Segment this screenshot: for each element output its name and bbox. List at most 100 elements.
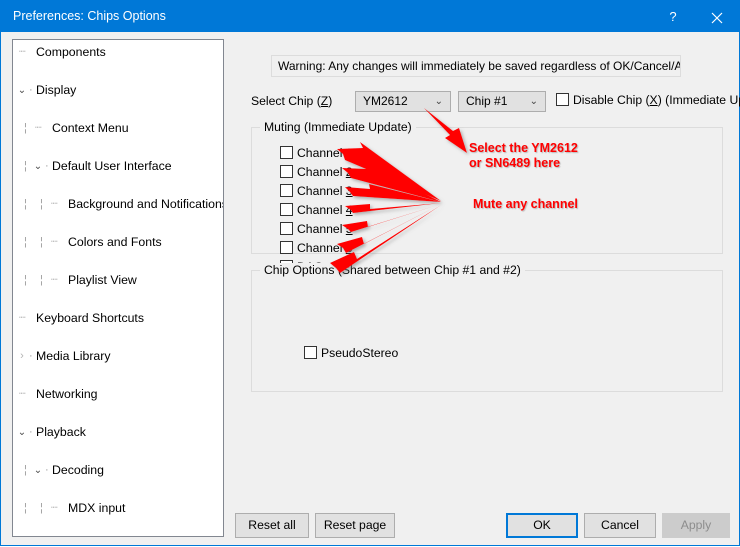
muting-label-pre: Channel [297,146,346,160]
chevron-down-icon[interactable]: ⌄ [31,157,45,176]
tree-guide-line: ¦ [24,122,27,134]
tree-item-label: MDX input [68,501,126,515]
help-button[interactable]: ? [651,1,695,32]
ok-button[interactable]: OK [506,513,578,538]
select-chip-label: Select Chip (Z) [251,94,333,108]
tree-item-playlist-view[interactable]: ¦ ¦ ┈ Playlist View [13,271,223,290]
checkbox-box [304,346,317,359]
tree-item-label: Default User Interface [52,159,172,173]
tree-item-label: Media Library [36,349,111,363]
tree-item-label: Playback [36,425,86,439]
chevron-down-icon[interactable]: ⌄ [31,461,45,480]
tree-item-label: Decoding [52,463,104,477]
tree-branch-icon: ┈ [19,388,26,400]
tree-branch-icon: · [45,160,49,172]
tree-item-media-library[interactable]: › · Media Library [13,347,223,366]
chip-options-group-title: Chip Options (Shared between Chip #1 and… [260,263,525,277]
chip-options-group: Chip Options (Shared between Chip #1 and… [251,263,723,392]
disable-chip-checkbox[interactable]: Disable Chip (X) (Immediate Update) [556,93,740,107]
tree-branch-icon: ┈ [51,274,58,286]
tree-guide-line: ¦ [24,160,27,172]
tree-guide-line: ¦ [40,236,43,248]
checkbox-box [280,203,293,216]
muting-label-accelerator: 1 [345,146,353,160]
chevron-down-icon: ⌄ [434,96,443,107]
muting-checkbox-channel-3[interactable]: Channel 3 [280,184,353,198]
checkbox-box [280,241,293,254]
tree-guide-line: ¦ [24,198,27,210]
cancel-button[interactable]: Cancel [584,513,656,538]
tree-item-components[interactable]: ┈ Components [13,43,223,62]
muting-label-accelerator: 6 [345,241,353,255]
tree-item-playback[interactable]: ⌄ · Playback [13,423,223,442]
chip-type-value: YM2612 [363,94,408,108]
pseudostereo-label: PseudoStereo [321,346,399,360]
tree-branch-icon: ┈ [35,122,42,134]
tree-item-keyboard-shortcuts[interactable]: ┈ Keyboard Shortcuts [13,309,223,328]
tree-guide-line: ¦ [40,274,43,286]
muting-checkbox-channel-4[interactable]: Channel 4 [280,203,353,217]
muting-checkbox-channel-1[interactable]: Channel 1 [280,146,353,160]
tree-guide-line: ¦ [24,236,27,248]
tree-item-label: Display [36,83,77,97]
tree-item-label: Components [36,45,106,59]
tree-item-display[interactable]: ⌄ · Display [13,81,223,100]
checkbox-box [280,222,293,235]
tree-branch-icon: ┈ [51,236,58,248]
tree-guide-line: ¦ [24,274,27,286]
muting-checkbox-channel-6[interactable]: Channel 6 [280,241,353,255]
tree-item-label: Playlist View [68,273,137,287]
tree-branch-icon: · [29,426,33,438]
chip-type-select[interactable]: YM2612 ⌄ [355,91,451,112]
tree-item-background-and-notifications[interactable]: ¦ ¦ ┈ Background and Notifications [13,195,223,214]
tree-item-label: Background and Notifications [68,197,224,211]
preferences-window: Preferences: Chips Options ? ┈ Components… [0,0,740,546]
muting-label-pre: Channel [297,222,346,236]
tree-branch-icon: ┈ [51,502,58,514]
warning-banner: Warning: Any changes will immediately be… [271,55,681,77]
tree-branch-icon: ┈ [51,198,58,210]
chip-number-value: Chip #1 [466,94,508,108]
chevron-down-icon[interactable]: ⌄ [15,81,29,100]
tree-item-label: Keyboard Shortcuts [36,311,145,325]
reset-all-button[interactable]: Reset all [235,513,309,538]
muting-label-accelerator: 2 [345,165,353,179]
muting-label-pre: Channel [297,241,346,255]
tree-item-decoding[interactable]: ¦ ⌄ · Decoding [13,461,223,480]
tree-guide-line: ¦ [40,198,43,210]
muting-checkbox-channel-5[interactable]: Channel 5 [280,222,353,236]
tree-guide-line: ¦ [40,502,43,514]
apply-button: Apply [662,513,730,538]
title-bar: Preferences: Chips Options ? [1,1,739,32]
muting-checkbox-channel-2[interactable]: Channel 2 [280,165,353,179]
tree-guide-line: ¦ [24,502,27,514]
window-title: Preferences: Chips Options [13,9,166,23]
tree-item-colors-and-fonts[interactable]: ¦ ¦ ┈ Colors and Fonts [13,233,223,252]
tree-item-context-menu[interactable]: ¦ ┈ Context Menu [13,119,223,138]
pseudostereo-checkbox[interactable]: PseudoStereo [304,346,398,360]
tree-item-default-user-interface[interactable]: ¦ ⌄ · Default User Interface [13,157,223,176]
muting-label-accelerator: 5 [345,222,353,236]
muting-label-accelerator: 3 [345,184,353,198]
tree-branch-icon: ┈ [19,46,26,58]
tree-branch-icon: · [45,464,49,476]
tree-guide-line: ¦ [24,464,27,476]
muting-group: Muting (Immediate Update) Channel 1 Chann… [251,120,723,274]
tree-item-label: Colors and Fonts [68,235,162,249]
muting-label-pre: Channel [297,203,346,217]
tree-branch-icon: · [29,84,33,96]
chevron-down-icon: ⌄ [529,96,538,107]
checkbox-box [280,184,293,197]
disable-chip-accelerator: X [649,93,658,107]
tree-item-label: Networking [36,387,98,401]
chevron-right-icon[interactable]: › [15,347,29,366]
tree-item-networking[interactable]: ┈ Networking [13,385,223,404]
chevron-down-icon[interactable]: ⌄ [15,423,29,442]
muting-group-title: Muting (Immediate Update) [260,120,416,134]
close-icon[interactable] [695,1,739,32]
preferences-tree[interactable]: ┈ Components ⌄ · Display ¦ ┈ Context Menu ¦ ⌄ · Def… [12,39,224,537]
reset-page-button[interactable]: Reset page [315,513,395,538]
tree-branch-icon: ┈ [19,312,26,324]
tree-item-mdx-input[interactable]: ¦ ¦ ┈ MDX input [13,499,223,518]
chip-number-select[interactable]: Chip #1 ⌄ [458,91,546,112]
